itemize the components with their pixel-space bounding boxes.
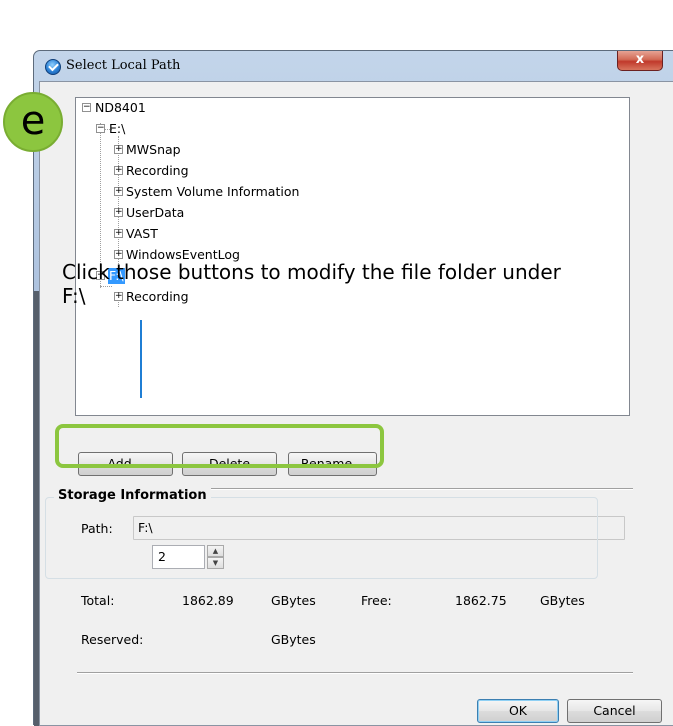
title-bar[interactable]: Select Local Path x	[34, 51, 673, 81]
collapse-icon[interactable]: −	[82, 103, 91, 112]
collapse-icon[interactable]: −	[96, 124, 105, 133]
tree-node-label: Recording	[126, 163, 189, 178]
buttons-highlight-box	[55, 424, 384, 468]
close-button[interactable]: x	[617, 51, 663, 71]
reserved-label: Reserved:	[81, 632, 144, 647]
total-label: Total:	[81, 593, 115, 608]
total-unit: GBytes	[271, 593, 316, 608]
free-value: 1862.75	[455, 593, 507, 608]
tree-node-label: UserData	[126, 205, 185, 220]
ok-button[interactable]: OK	[477, 699, 559, 723]
total-value: 1862.89	[182, 593, 234, 608]
tree-node-label: System Volume Information	[126, 184, 300, 199]
spin-up-icon[interactable]: ▲	[207, 545, 224, 557]
dialog-client-area: − ND8401 − E:\ + MWSnap + Recording + Sy…	[39, 81, 673, 726]
spin-down-icon[interactable]: ▼	[207, 557, 224, 569]
vivotek-check-icon	[45, 59, 61, 75]
reserved-spinner[interactable]: ▲ ▼	[207, 545, 224, 569]
reserved-unit: GBytes	[271, 632, 316, 647]
free-label: Free:	[361, 593, 392, 608]
storage-information-group	[45, 497, 598, 579]
expand-icon[interactable]: +	[114, 250, 123, 259]
step-badge: e	[3, 92, 63, 152]
tree-node-label: VAST	[126, 226, 158, 241]
annotation-text: Click those buttons to modify the file f…	[62, 260, 561, 308]
expand-icon[interactable]: +	[114, 208, 123, 217]
tree-node-label: ND8401	[95, 100, 146, 115]
cancel-button[interactable]: Cancel	[567, 699, 662, 723]
expand-icon[interactable]: +	[114, 187, 123, 196]
free-unit: GBytes	[540, 593, 585, 608]
tree-node-label: E:\	[109, 121, 126, 136]
folder-tree[interactable]: − ND8401 − E:\ + MWSnap + Recording + Sy…	[75, 97, 630, 416]
expand-icon[interactable]: +	[114, 166, 123, 175]
annotation-pointer-line	[140, 320, 142, 398]
expand-icon[interactable]: +	[114, 145, 123, 154]
storage-information-title: Storage Information	[54, 488, 211, 503]
separator	[77, 672, 633, 674]
reserved-input[interactable]: 2	[152, 545, 205, 569]
tree-node-label: MWSnap	[126, 142, 181, 157]
expand-icon[interactable]: +	[114, 229, 123, 238]
window-title: Select Local Path	[66, 58, 181, 73]
select-local-path-dialog: Select Local Path x − ND8401 − E:\ + MWS…	[33, 50, 673, 726]
